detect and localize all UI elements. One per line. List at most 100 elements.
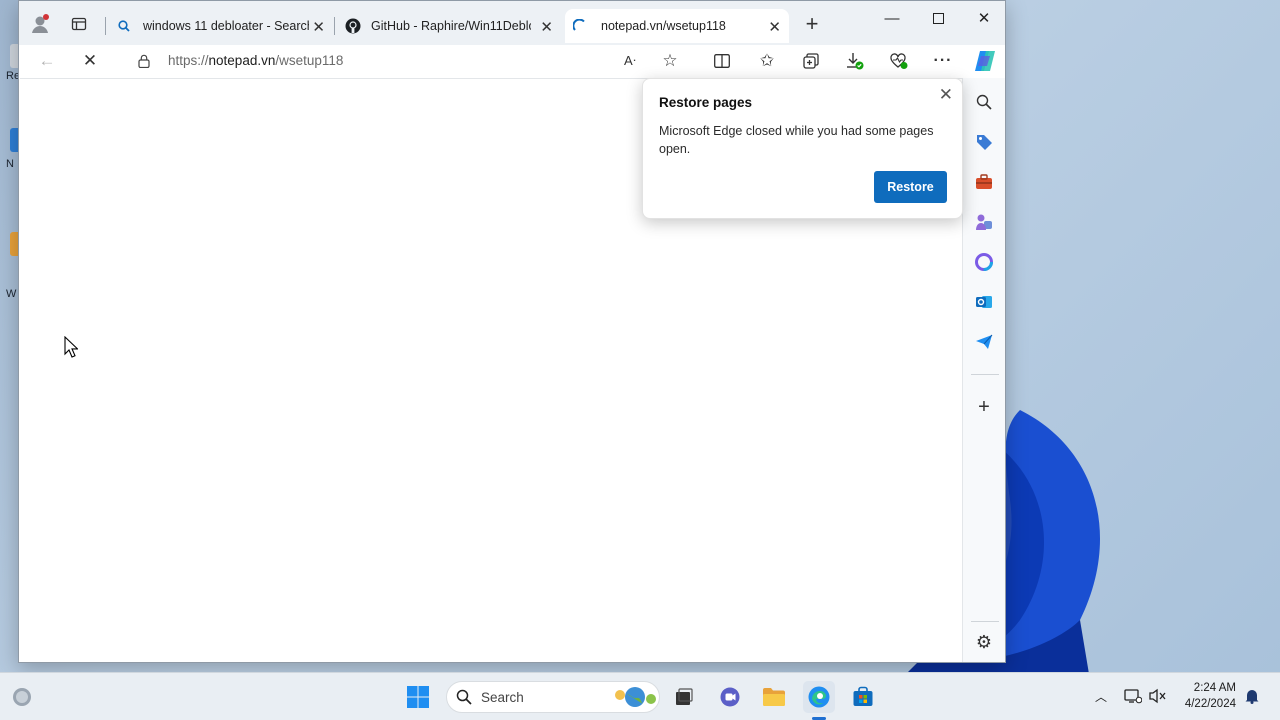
plus-icon: + (978, 395, 990, 418)
tab-notepad-active[interactable]: notepad.vn/wsetup118 ✕ (565, 9, 789, 43)
browser-essentials-button[interactable] (885, 49, 913, 73)
profile-icon (32, 14, 49, 33)
sidebar-send-button[interactable] (972, 330, 996, 354)
folder-icon (763, 688, 785, 706)
close-icon: ✕ (977, 10, 991, 27)
tab-title: GitHub - Raphire/Win11Debloa (371, 19, 531, 33)
paper-plane-icon (976, 334, 993, 349)
file-explorer-button[interactable] (758, 681, 790, 713)
tab-search[interactable]: windows 11 debloater - Search ✕ (109, 9, 333, 43)
clock-date: 4/22/2024 (1184, 698, 1236, 710)
address-bar[interactable]: https://notepad.vn/wsetup118 Aᐧ ☆ (120, 47, 714, 75)
chevron-up-icon: ︿ (1094, 689, 1107, 704)
downloads-button[interactable] (841, 49, 869, 73)
split-screen-button[interactable] (708, 49, 736, 73)
url-path: /wsetup118 (275, 53, 344, 68)
collections-button[interactable] (797, 49, 825, 73)
sidebar-shopping-button[interactable] (972, 130, 996, 154)
close-tab-icon[interactable]: ✕ (540, 18, 553, 36)
add-favorite-button[interactable]: ☆ (656, 49, 684, 73)
restore-button[interactable]: Restore (874, 171, 947, 203)
heart-pulse-icon (890, 53, 908, 69)
store-button[interactable] (847, 681, 879, 713)
toolbox-icon (976, 174, 992, 189)
back-button[interactable]: ← (33, 49, 61, 73)
shopping-tag-icon (977, 135, 992, 150)
network-icon (1124, 689, 1142, 704)
collections-icon (803, 53, 819, 69)
taskbar-search-box[interactable]: Search (446, 681, 660, 713)
microsoft365-icon (975, 253, 993, 271)
minimize-icon: — (884, 9, 900, 27)
maximize-button[interactable] (915, 7, 961, 29)
show-hidden-icons-button[interactable]: ︿ (1090, 685, 1112, 707)
volume-button[interactable] (1147, 685, 1169, 707)
search-highlight-globe-icon (615, 687, 656, 707)
tab-github[interactable]: GitHub - Raphire/Win11Debloa ✕ (337, 9, 561, 43)
url-scheme: https:// (168, 53, 209, 68)
github-icon (345, 18, 361, 34)
taskbar: Search ︿ 2:24 AM 4/22/2024 (0, 672, 1280, 720)
store-icon (853, 686, 873, 706)
favorites-button[interactable]: ✩ (753, 49, 781, 73)
read-aloud-button[interactable]: Aᐧ (616, 49, 644, 73)
desktop-icon-label: W (6, 288, 17, 300)
tab-separator (105, 17, 106, 35)
loading-icon (573, 19, 585, 31)
close-tab-icon[interactable]: ✕ (768, 18, 781, 36)
toolbar: ← ✕ https://notepad.vn/wsetup118 Aᐧ ☆ ✩ … (19, 45, 1005, 77)
download-icon (847, 53, 864, 70)
sidebar-games-button[interactable] (972, 210, 996, 234)
widgets-button[interactable] (6, 681, 38, 713)
search-icon (456, 689, 472, 705)
chat-icon (720, 687, 740, 707)
new-tab-button[interactable]: + (799, 11, 825, 37)
notifications-button[interactable] (1241, 685, 1263, 707)
maximize-icon (932, 12, 944, 24)
sidebar-divider (971, 621, 999, 622)
profile-button[interactable] (27, 11, 53, 37)
plus-icon: + (805, 11, 819, 36)
copilot-button[interactable] (971, 49, 999, 73)
search-label: Search (481, 690, 524, 705)
back-arrow-icon: ← (38, 51, 56, 70)
bell-icon (1245, 690, 1259, 704)
sidebar-settings-button[interactable]: ⚙ (972, 630, 996, 654)
settings-more-button[interactable]: ··· (929, 49, 957, 73)
restore-pages-dialog: Restore pages ✕ Microsoft Edge closed wh… (642, 78, 963, 219)
close-window-button[interactable]: ✕ (961, 7, 1007, 29)
tab-actions-button[interactable] (66, 11, 92, 37)
clock-time: 2:24 AM (1193, 682, 1236, 694)
sidebar-search-button[interactable] (972, 90, 996, 114)
tab-actions-icon (71, 17, 87, 31)
weather-icon (13, 688, 31, 706)
edge-sidebar: + ⚙ (962, 78, 1005, 662)
stop-loading-button[interactable]: ✕ (76, 49, 104, 73)
sidebar-outlook-button[interactable] (972, 290, 996, 314)
network-status-button[interactable] (1122, 685, 1144, 707)
edge-icon (808, 686, 830, 708)
search-icon (976, 94, 992, 110)
minimize-button[interactable]: — (869, 7, 915, 29)
teams-chat-button[interactable] (714, 681, 746, 713)
games-icon (976, 214, 992, 230)
clock[interactable]: 2:24 AM 4/22/2024 (1185, 680, 1236, 712)
favorites-icon: ✩ (759, 51, 775, 70)
windows-logo-icon (407, 686, 429, 708)
more-icon: ··· (933, 52, 953, 69)
copilot-icon (975, 51, 995, 71)
close-icon[interactable]: ✕ (939, 85, 953, 105)
sidebar-add-button[interactable]: + (972, 395, 996, 419)
task-view-icon (676, 688, 693, 705)
sidebar-microsoft365-button[interactable] (972, 250, 996, 274)
close-tab-icon[interactable]: ✕ (312, 18, 325, 36)
sidebar-tools-button[interactable] (972, 170, 996, 194)
edge-taskbar-button[interactable] (803, 681, 835, 713)
edge-window: windows 11 debloater - Search ✕ GitHub -… (18, 0, 1006, 663)
dialog-title: Restore pages (659, 95, 753, 110)
split-screen-icon (714, 54, 730, 68)
start-button[interactable] (402, 681, 434, 713)
task-view-button[interactable] (668, 681, 700, 713)
url-text: https://notepad.vn/wsetup118 (168, 53, 343, 68)
close-icon: ✕ (82, 51, 98, 70)
